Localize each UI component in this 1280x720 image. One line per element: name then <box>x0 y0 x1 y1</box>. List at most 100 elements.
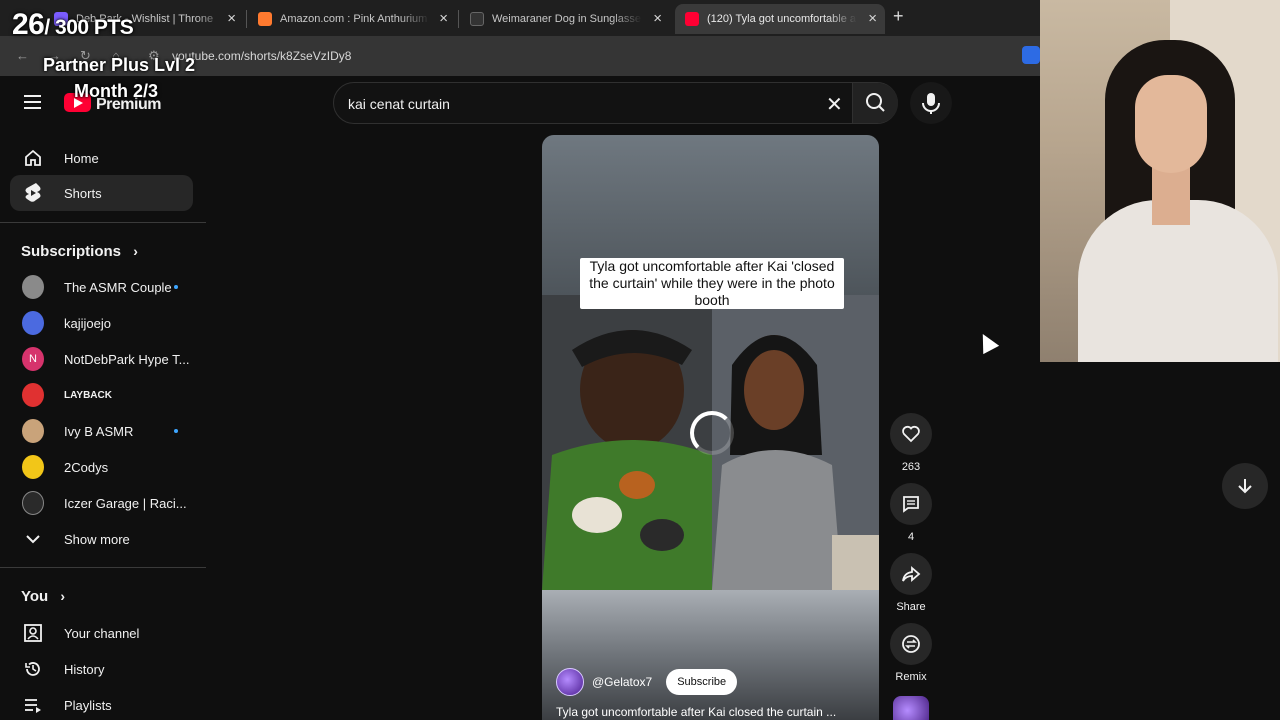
browser-tab-youtube[interactable]: (120) Tyla got uncomfortable af × <box>675 4 885 34</box>
close-icon[interactable]: × <box>653 10 662 27</box>
webcam-person-neck <box>1152 165 1190 225</box>
next-short-button[interactable] <box>1222 463 1268 509</box>
arrow-down-icon <box>1238 479 1252 494</box>
share-button[interactable] <box>890 553 932 595</box>
sidebar-item-subscription[interactable]: N NotDebPark Hype T... <box>10 341 193 377</box>
search-box[interactable]: kai cenat curtain ✕ <box>333 82 898 124</box>
new-content-dot <box>174 285 178 289</box>
openai-favicon-icon <box>470 12 484 26</box>
history-icon <box>22 658 44 680</box>
audio-thumbnail[interactable] <box>893 696 929 720</box>
you-heading[interactable]: You › <box>21 588 65 605</box>
tab-divider <box>246 10 247 28</box>
menu-icon[interactable] <box>24 95 41 113</box>
sidebar-item-playlists[interactable]: Playlists <box>10 687 193 720</box>
mouse-cursor-icon <box>974 329 1000 355</box>
short-title[interactable]: Tyla got uncomfortable after Kai closed … <box>556 705 836 719</box>
search-icon <box>866 93 885 112</box>
google-lens-icon[interactable] <box>1022 46 1040 64</box>
chevron-right-icon: › <box>60 588 66 604</box>
back-icon[interactable]: ← <box>16 48 29 63</box>
channel-handle[interactable]: @Gelatox7 <box>592 675 652 689</box>
sidebar-item-subscription[interactable]: Ivy B ASMR <box>10 413 193 449</box>
browser-tab-weimaraner[interactable]: Weimaraner Dog in Sunglasses × <box>460 4 670 34</box>
sidebar-item-subscription[interactable]: Iczer Garage | Raci... <box>10 485 193 521</box>
microphone-icon <box>922 93 940 114</box>
sidebar-item-subscription[interactable]: The ASMR Couple <box>10 269 193 305</box>
show-more-label: Show more <box>64 531 130 547</box>
remix-button[interactable] <box>890 623 932 665</box>
tab-divider <box>458 10 459 28</box>
sidebar-item-shorts[interactable]: Shorts <box>10 175 193 211</box>
channel-name: The ASMR Couple <box>64 279 172 295</box>
short-video-player[interactable]: Tyla got uncomfortable after Kai 'closed… <box>542 135 879 720</box>
comments-button[interactable] <box>890 483 932 525</box>
subscriptions-heading[interactable]: Subscriptions › <box>21 243 138 260</box>
comment-icon <box>903 496 919 513</box>
channel-icon <box>22 622 44 644</box>
sidebar-item-subscription[interactable]: 2Codys <box>10 449 193 485</box>
loading-spinner-icon <box>690 411 734 455</box>
show-more-button[interactable]: Show more <box>10 521 193 557</box>
month-overlay: Month 2/3 <box>74 81 158 101</box>
webcam-overlay <box>1040 0 1280 362</box>
new-content-dot <box>174 429 178 433</box>
channel-name: NotDebPark Hype T... <box>64 351 190 367</box>
remix-label: Remix <box>895 671 927 683</box>
points-overlay: 26/ 300 PTS <box>12 8 134 42</box>
close-icon[interactable]: × <box>227 10 236 27</box>
channel-avatar <box>22 275 44 299</box>
channel-avatar <box>22 491 44 515</box>
shorts-icon <box>22 182 44 204</box>
new-tab-icon[interactable]: + <box>893 6 904 27</box>
sidebar-item-label: Your channel <box>64 625 140 641</box>
sidebar-divider <box>0 567 206 568</box>
sidebar-item-home[interactable]: Home <box>10 140 193 176</box>
tab-label: Amazon.com : Pink Anthurium <box>280 13 428 25</box>
sidebar-item-label: Playlists <box>64 697 112 713</box>
channel-name: Ivy B ASMR <box>64 423 134 439</box>
channel-avatar <box>22 383 44 407</box>
chevron-down-icon <box>22 528 44 550</box>
search-button[interactable] <box>852 83 898 123</box>
channel-avatar: N <box>22 347 44 371</box>
clear-search-icon[interactable]: ✕ <box>826 92 843 117</box>
sidebar-item-label: Home <box>64 150 99 166</box>
close-icon[interactable]: × <box>868 10 877 27</box>
share-icon <box>902 566 921 582</box>
sidebar-item-your-channel[interactable]: Your channel <box>10 615 193 651</box>
video-caption: Tyla got uncomfortable after Kai 'closed… <box>580 258 844 309</box>
subscribe-button[interactable]: Subscribe <box>666 669 738 695</box>
sidebar-item-history[interactable]: History <box>10 651 193 687</box>
like-count: 263 <box>901 461 921 473</box>
search-input[interactable]: kai cenat curtain <box>348 96 450 112</box>
webcam-person-face <box>1135 75 1207 173</box>
amazon-favicon-icon <box>258 12 272 26</box>
channel-name: LAYBACK <box>64 389 112 401</box>
points-count: 26 <box>12 8 45 41</box>
comment-count: 4 <box>907 531 915 543</box>
video-thumbnail-image <box>542 295 879 590</box>
channel-name: Iczer Garage | Raci... <box>64 495 187 511</box>
browser-tab-amazon[interactable]: Amazon.com : Pink Anthurium × <box>248 4 456 34</box>
channel-name: 2Codys <box>64 459 109 475</box>
video-frame <box>542 135 879 590</box>
sidebar-item-subscription[interactable]: LAYBACK <box>10 377 193 413</box>
chevron-right-icon: › <box>133 243 138 259</box>
youtube-favicon-icon <box>685 12 699 26</box>
close-icon[interactable]: × <box>439 10 448 27</box>
remix-icon <box>902 635 920 653</box>
you-title: You <box>21 588 49 605</box>
channel-row: @Gelatox7 Subscribe <box>556 668 738 696</box>
tab-label: Weimaraner Dog in Sunglasses <box>492 13 642 25</box>
tab-label: (120) Tyla got uncomfortable af <box>707 13 857 25</box>
sidebar-item-subscription[interactable]: kajijoejo <box>10 305 193 341</box>
browser-tab-strip: Deb Park - Wishlist | Throne × Amazon.co… <box>0 0 1040 36</box>
voice-search-button[interactable] <box>910 82 952 124</box>
home-icon <box>22 147 44 169</box>
channel-avatar[interactable] <box>556 668 584 696</box>
like-button[interactable] <box>890 413 932 455</box>
sidebar-item-label: History <box>64 661 105 677</box>
channel-avatar <box>22 419 44 443</box>
url-field[interactable]: youtube.com/shorts/k8ZseVzIDy8 <box>172 49 351 63</box>
